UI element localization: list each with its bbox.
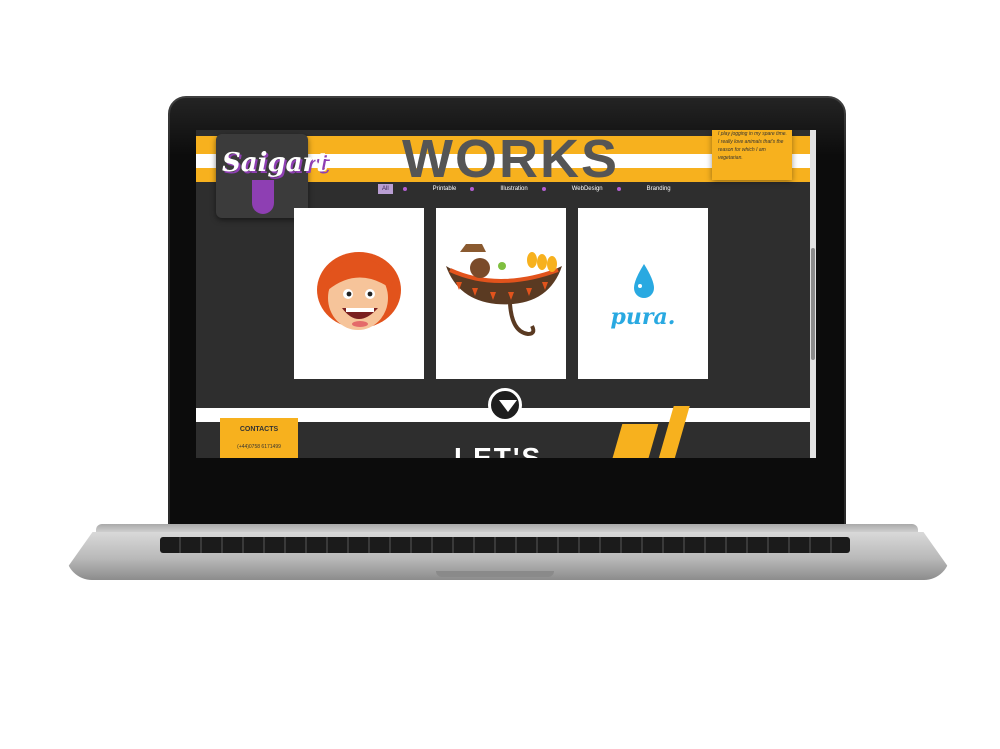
animal-illustration (446, 244, 562, 337)
next-section-heading: LET'S (454, 442, 543, 458)
logo-drip-icon (252, 180, 274, 214)
filter-illustration[interactable]: Illustration (496, 184, 567, 194)
pura-logo-text: pura. (611, 304, 676, 330)
filter-label[interactable]: Illustration (496, 184, 531, 194)
laptop-screen: WORKS Saigart I play jogging in my spare… (196, 130, 816, 458)
scrollbar-thumb[interactable] (811, 248, 815, 360)
filter-label[interactable]: Branding (643, 184, 675, 194)
laptop-notch (436, 571, 554, 577)
logo-text: Saigart (222, 148, 329, 178)
scroll-down-button[interactable] (488, 388, 522, 422)
pura-logo-illustration: pura. (611, 264, 676, 330)
filter-webdesign[interactable]: WebDesign (568, 184, 643, 194)
filter-branding[interactable]: Branding (643, 184, 675, 194)
about-box: I play jogging in my spare time. I reall… (712, 130, 792, 180)
laptop-keyboard (160, 537, 850, 553)
filter-label[interactable]: WebDesign (568, 184, 607, 194)
bullet-icon (470, 187, 475, 191)
portfolio-card-girl[interactable] (294, 208, 424, 379)
about-text: I play jogging in my spare time. I reall… (718, 131, 787, 161)
filter-all[interactable]: All (378, 184, 429, 194)
logo[interactable]: Saigart (216, 134, 328, 218)
filter-label[interactable]: All (378, 184, 393, 194)
filter-printable[interactable]: Printable (429, 184, 497, 194)
bullet-icon (402, 187, 407, 191)
bullet-icon (616, 187, 621, 191)
portfolio-filter-bar: All Printable Illustration WebDesign Bra… (378, 182, 675, 196)
page-title: WORKS (402, 130, 619, 189)
contacts-box: CONTACTS (+44)0758 6171499 (220, 418, 298, 458)
portfolio-card-pura[interactable]: pura. (578, 208, 708, 379)
girl-face-illustration (317, 252, 401, 330)
portfolio-card-animal[interactable] (436, 208, 566, 379)
chevron-down-icon (499, 400, 517, 412)
contacts-phone[interactable]: (+44)0758 6171499 (220, 444, 298, 450)
bullet-icon (541, 187, 546, 191)
contacts-title: CONTACTS (239, 426, 279, 433)
filter-label[interactable]: Printable (429, 184, 461, 194)
